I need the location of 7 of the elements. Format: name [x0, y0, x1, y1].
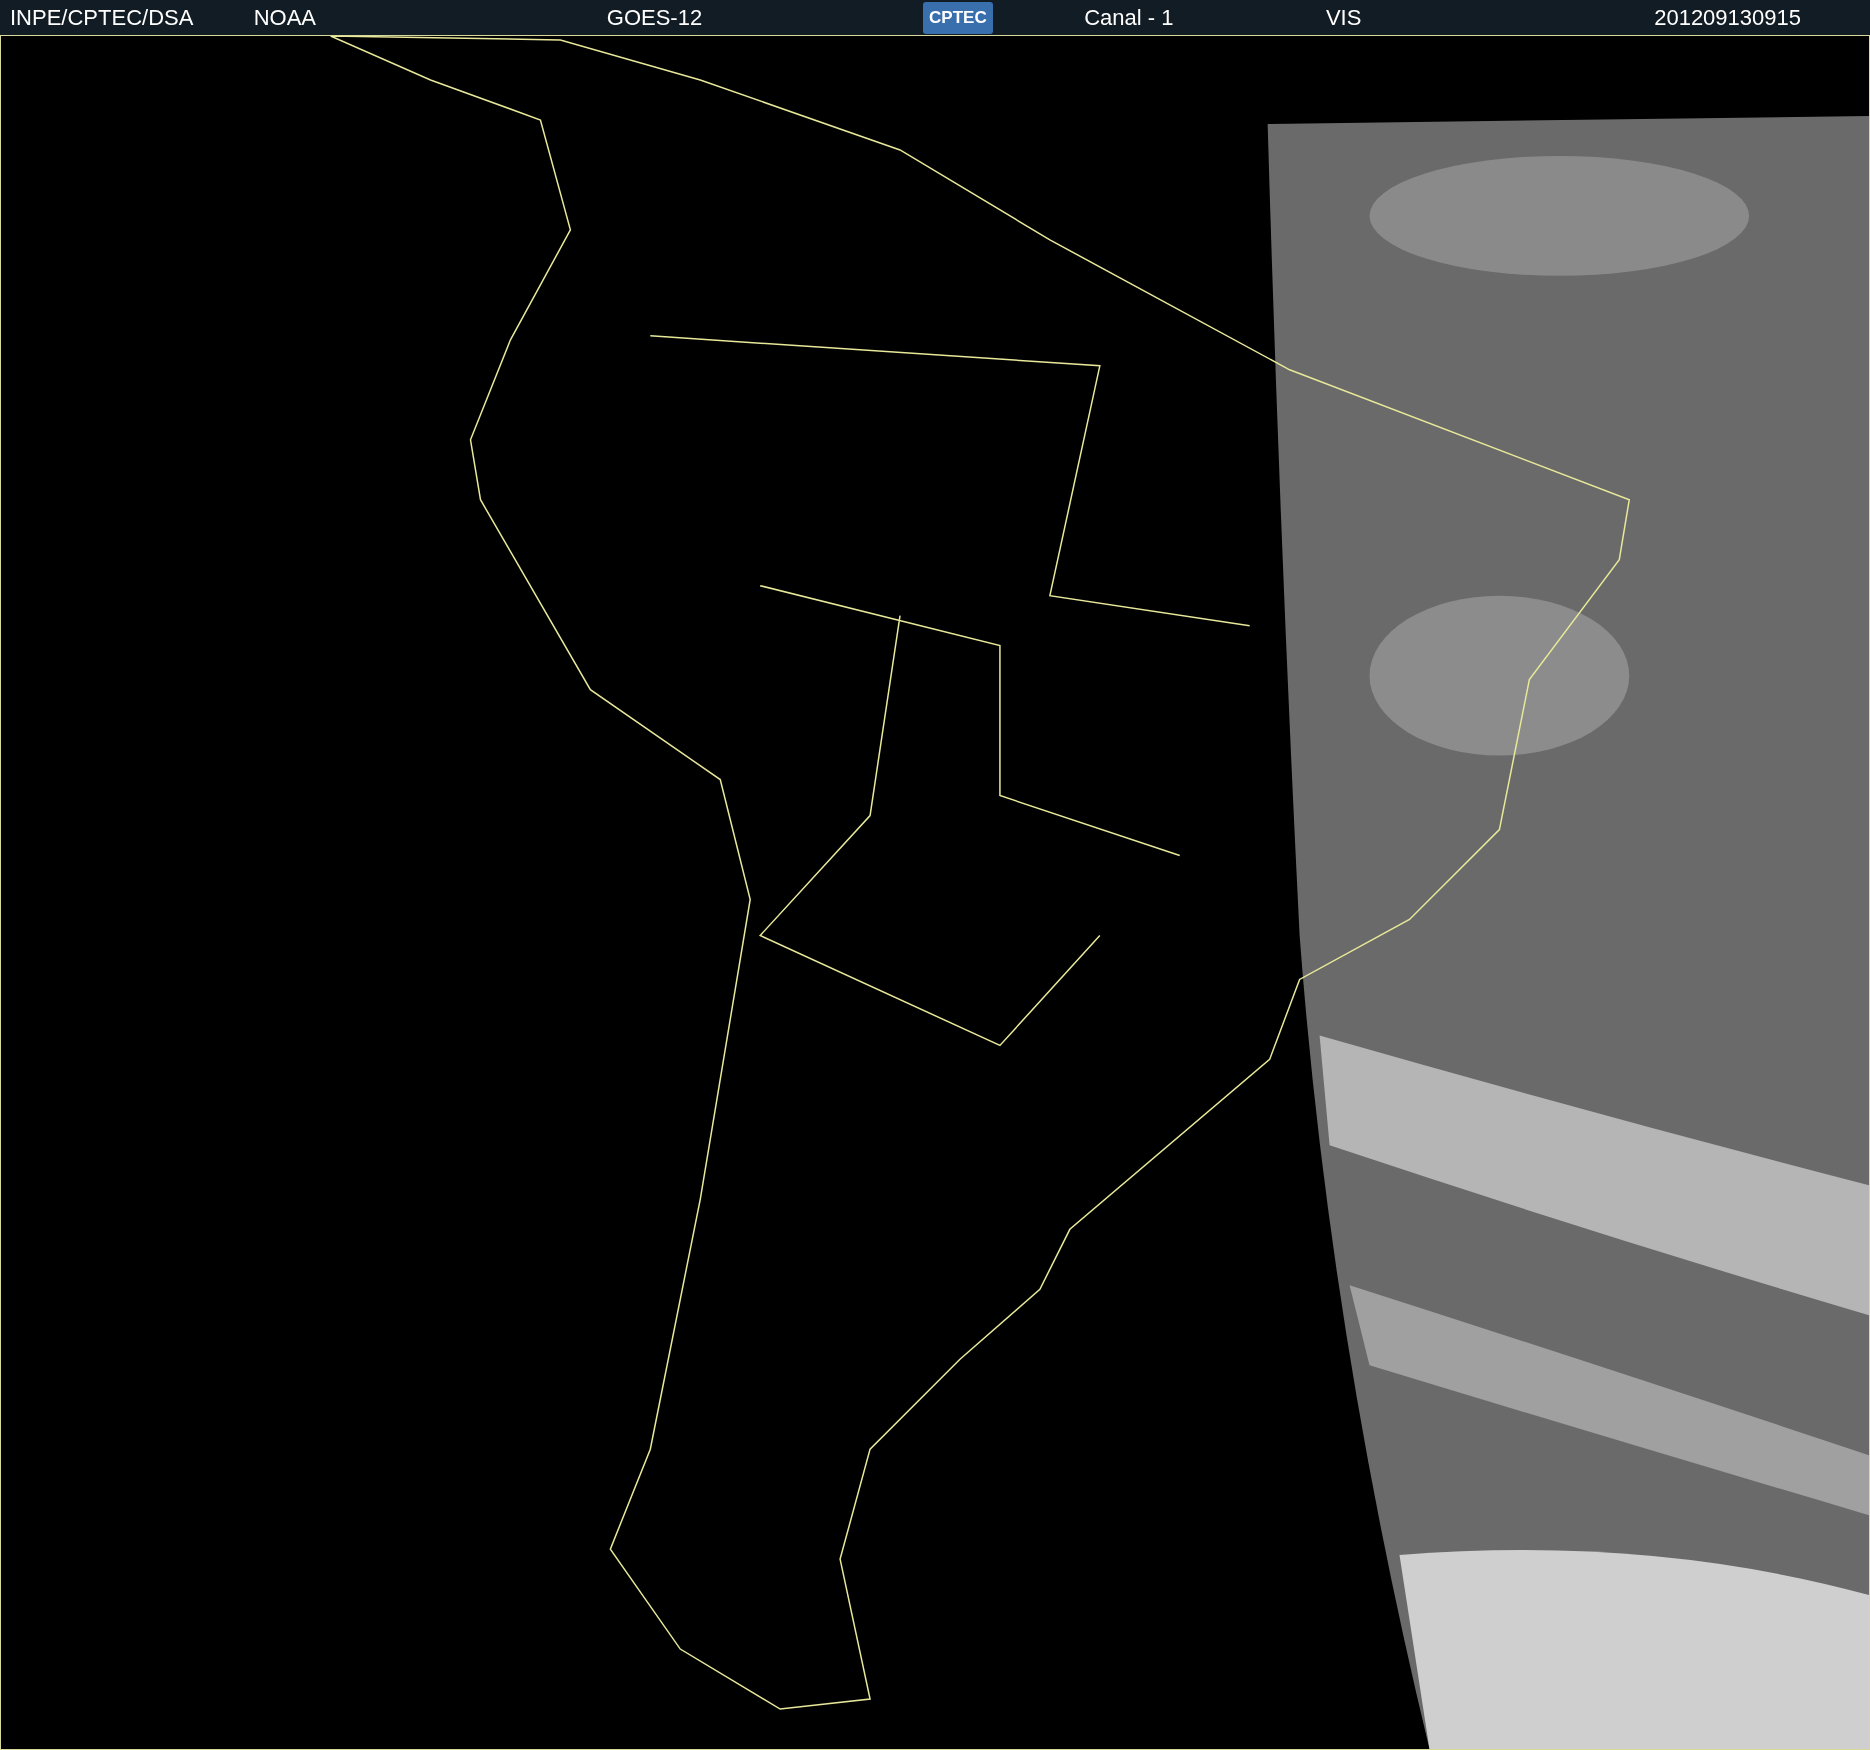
header-label: INPE/CPTEC/DSA	[10, 4, 194, 31]
header-label: NOAA	[253, 4, 317, 31]
header-label: Canal - 1	[1084, 4, 1174, 31]
header-label: VIS	[1325, 4, 1362, 31]
header-label: GOES-12	[606, 4, 703, 31]
logo: CPTEC	[923, 1, 993, 34]
header-label: 201209130915	[1654, 4, 1801, 31]
